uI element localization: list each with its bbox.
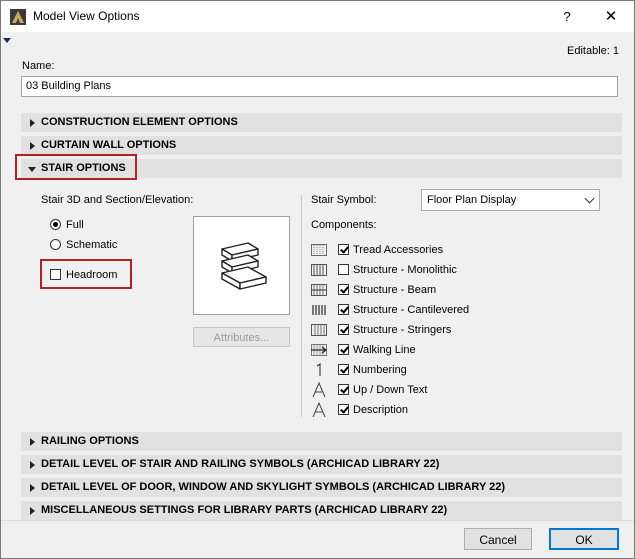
tread-accessories-icon (311, 244, 327, 256)
stair-3d-label: Stair 3D and Section/Elevation: (41, 194, 194, 206)
component-label[interactable]: Numbering (353, 364, 407, 376)
name-label: Name: (22, 60, 55, 72)
component-checkbox[interactable] (338, 264, 349, 275)
component-label[interactable]: Structure - Monolithic (353, 264, 457, 276)
section-label: CURTAIN WALL OPTIONS (41, 139, 177, 151)
component-label[interactable]: Walking Line (353, 344, 416, 356)
stair-options-highlight (15, 154, 137, 180)
structure-monolithic-icon (311, 264, 327, 276)
cancel-button[interactable]: Cancel (464, 528, 532, 550)
component-label[interactable]: Up / Down Text (353, 384, 427, 396)
headroom-checkbox[interactable] (50, 269, 61, 280)
component-checkbox[interactable] (338, 244, 349, 255)
expand-arrow-icon (30, 438, 35, 446)
footer-separator (1, 520, 634, 521)
window-title: Model View Options (33, 9, 140, 23)
component-checkbox[interactable] (338, 304, 349, 315)
stair-symbol-select[interactable]: Floor Plan Display (421, 189, 600, 211)
collapse-arrow-icon[interactable] (3, 38, 11, 43)
component-label[interactable]: Tread Accessories (353, 244, 443, 256)
component-checkbox[interactable] (338, 364, 349, 375)
stair-symbol-value: Floor Plan Display (427, 194, 517, 206)
components-label: Components: (311, 219, 377, 231)
component-checkbox[interactable] (338, 384, 349, 395)
section-label: DETAIL LEVEL OF STAIR AND RAILING SYMBOL… (41, 458, 440, 470)
section-detail-door-window-symbols[interactable]: DETAIL LEVEL OF DOOR, WINDOW AND SKYLIGH… (21, 478, 622, 497)
component-label[interactable]: Description (353, 404, 408, 416)
section-label: MISCELLANEOUS SETTINGS FOR LIBRARY PARTS… (41, 504, 448, 516)
stair-preview-icon (221, 242, 267, 290)
text-a-icon (312, 402, 326, 418)
component-checkbox[interactable] (338, 324, 349, 335)
headroom-label[interactable]: Headroom (66, 269, 117, 281)
section-detail-stair-railing-symbols[interactable]: DETAIL LEVEL OF STAIR AND RAILING SYMBOL… (21, 455, 622, 474)
title-bar: Model View Options ? ✕ (1, 1, 634, 32)
chevron-down-icon (584, 193, 595, 204)
structure-beam-icon (311, 284, 327, 296)
column-separator (301, 195, 302, 417)
schematic-radio-label[interactable]: Schematic (66, 239, 117, 251)
section-railing-options[interactable]: RAILING OPTIONS (21, 432, 622, 451)
structure-cantilevered-icon (312, 305, 326, 315)
component-label[interactable]: Structure - Beam (353, 284, 436, 296)
close-button[interactable]: ✕ (596, 6, 626, 28)
stair-preview (193, 216, 290, 315)
component-checkbox[interactable] (338, 284, 349, 295)
section-label: CONSTRUCTION ELEMENT OPTIONS (41, 116, 238, 128)
numbering-icon (316, 363, 321, 376)
attributes-button[interactable]: Attributes... (193, 327, 290, 347)
help-button[interactable]: ? (557, 7, 577, 27)
section-label: RAILING OPTIONS (41, 435, 139, 447)
component-label[interactable]: Structure - Stringers (353, 324, 451, 336)
stair-symbol-label: Stair Symbol: (311, 194, 377, 206)
section-curtain-wall-options[interactable]: CURTAIN WALL OPTIONS (21, 136, 622, 155)
ok-button[interactable]: OK (549, 528, 619, 550)
section-construction-element-options[interactable]: CONSTRUCTION ELEMENT OPTIONS (21, 113, 622, 132)
expand-arrow-icon (30, 484, 35, 492)
model-view-options-dialog: Model View Options ? ✕ Editable: 1 Name:… (0, 0, 635, 559)
expand-arrow-icon (30, 461, 35, 469)
expand-arrow-icon (30, 119, 35, 127)
walking-line-icon (311, 344, 327, 356)
component-checkbox[interactable] (338, 404, 349, 415)
editable-count: Editable: 1 (567, 45, 619, 57)
full-radio[interactable] (50, 219, 61, 230)
text-a-icon (312, 382, 326, 398)
section-label: DETAIL LEVEL OF DOOR, WINDOW AND SKYLIGH… (41, 481, 506, 493)
full-radio-label[interactable]: Full (66, 219, 84, 231)
component-label[interactable]: Structure - Cantilevered (353, 304, 469, 316)
expand-arrow-icon (30, 142, 35, 150)
name-input[interactable]: 03 Building Plans (21, 76, 618, 97)
archicad-app-icon (10, 9, 26, 25)
section-miscellaneous-settings[interactable]: MISCELLANEOUS SETTINGS FOR LIBRARY PARTS… (21, 501, 622, 520)
structure-stringers-icon (311, 324, 327, 336)
schematic-radio[interactable] (50, 239, 61, 250)
component-checkbox[interactable] (338, 344, 349, 355)
expand-arrow-icon (30, 507, 35, 515)
